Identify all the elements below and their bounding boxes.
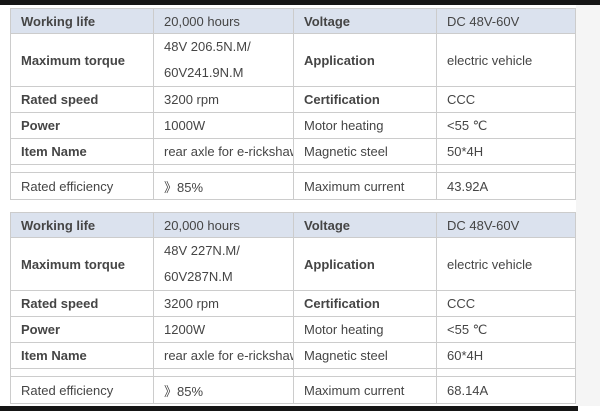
spec-value: 20,000 hours: [154, 9, 294, 34]
table-row: Rated speed 3200 rpm Certification CCC: [11, 291, 576, 317]
spec-label: Maximum torque: [11, 238, 154, 291]
torque-line-2: 60V287N.M: [164, 264, 291, 290]
spec-value: CCC: [437, 87, 576, 113]
table-row: Maximum torque 48V 206.5N.M/ 60V241.9N.M…: [11, 34, 576, 87]
spec-label: Maximum torque: [11, 34, 154, 87]
spec-label: Certification: [294, 87, 437, 113]
table-header-row: Working life 20,000 hours Voltage DC 48V…: [11, 213, 576, 238]
table-row: Rated efficiency 》85% Maximum current 43…: [11, 173, 576, 200]
spec-value: 》85%: [154, 173, 294, 200]
spec-label: Item Name: [11, 139, 154, 165]
spec-value: 43.92A: [437, 173, 576, 200]
spec-value: 1200W: [154, 317, 294, 343]
table-row: Item Name rear axle for e-rickshaw Magne…: [11, 139, 576, 165]
torque-line-1: 48V 206.5N.M/: [164, 34, 291, 60]
right-margin-strip: [576, 5, 600, 406]
spec-value: DC 48V-60V: [437, 9, 576, 34]
spec-label: Magnetic steel: [294, 343, 437, 369]
spec-label: Maximum current: [294, 173, 437, 200]
spec-label: Application: [294, 238, 437, 291]
table-row: Item Name rear axle for e-rickshaw Magne…: [11, 343, 576, 369]
spec-value: 60*4H: [437, 343, 576, 369]
spec-value: 48V 227N.M/ 60V287N.M: [154, 238, 294, 291]
spec-label: Voltage: [294, 9, 437, 34]
table-row: Rated speed 3200 rpm Certification CCC: [11, 87, 576, 113]
torque-line-1: 48V 227N.M/: [164, 238, 291, 264]
spec-value: <55 ℃: [437, 113, 576, 139]
bottom-black-bar: [0, 406, 578, 411]
spec-label: Certification: [294, 291, 437, 317]
spec-label: Voltage: [294, 213, 437, 238]
spec-label: Application: [294, 34, 437, 87]
spec-label: Rated speed: [11, 291, 154, 317]
spec-value: DC 48V-60V: [437, 213, 576, 238]
torque-line-2: 60V241.9N.M: [164, 60, 291, 86]
top-black-bar: [0, 0, 600, 5]
spec-value: 50*4H: [437, 139, 576, 165]
spec-label: Rated efficiency: [11, 173, 154, 200]
spec-value: 68.14A: [437, 377, 576, 404]
spec-value: rear axle for e-rickshaw: [154, 139, 294, 165]
spec-value: 3200 rpm: [154, 291, 294, 317]
table-row: Maximum torque 48V 227N.M/ 60V287N.M App…: [11, 238, 576, 291]
spec-value: <55 ℃: [437, 317, 576, 343]
spec-label: Working life: [11, 213, 154, 238]
table-row: Power 1000W Motor heating <55 ℃: [11, 113, 576, 139]
spec-value: electric vehicle: [437, 238, 576, 291]
table-header-row: Working life 20,000 hours Voltage DC 48V…: [11, 9, 576, 34]
spec-value: 3200 rpm: [154, 87, 294, 113]
spec-label: Working life: [11, 9, 154, 34]
spec-label: Rated efficiency: [11, 377, 154, 404]
spec-table-1200w: Working life 20,000 hours Voltage DC 48V…: [10, 212, 576, 404]
spec-value: rear axle for e-rickshaw: [154, 343, 294, 369]
spec-value: electric vehicle: [437, 34, 576, 87]
spec-value: 20,000 hours: [154, 213, 294, 238]
spacer-row: [11, 165, 576, 173]
spec-label: Rated speed: [11, 87, 154, 113]
spec-label: Motor heating: [294, 317, 437, 343]
table-row: Power 1200W Motor heating <55 ℃: [11, 317, 576, 343]
spec-label: Motor heating: [294, 113, 437, 139]
spec-label: Item Name: [11, 343, 154, 369]
spec-value: 》85%: [154, 377, 294, 404]
spec-value: 1000W: [154, 113, 294, 139]
spec-value: CCC: [437, 291, 576, 317]
spec-value: 48V 206.5N.M/ 60V241.9N.M: [154, 34, 294, 87]
table-row: Rated efficiency 》85% Maximum current 68…: [11, 377, 576, 404]
spacer-row: [11, 369, 576, 377]
spec-label: Power: [11, 317, 154, 343]
spec-label: Power: [11, 113, 154, 139]
spec-table-1000w: Working life 20,000 hours Voltage DC 48V…: [10, 8, 576, 200]
spec-label: Maximum current: [294, 377, 437, 404]
spec-label: Magnetic steel: [294, 139, 437, 165]
